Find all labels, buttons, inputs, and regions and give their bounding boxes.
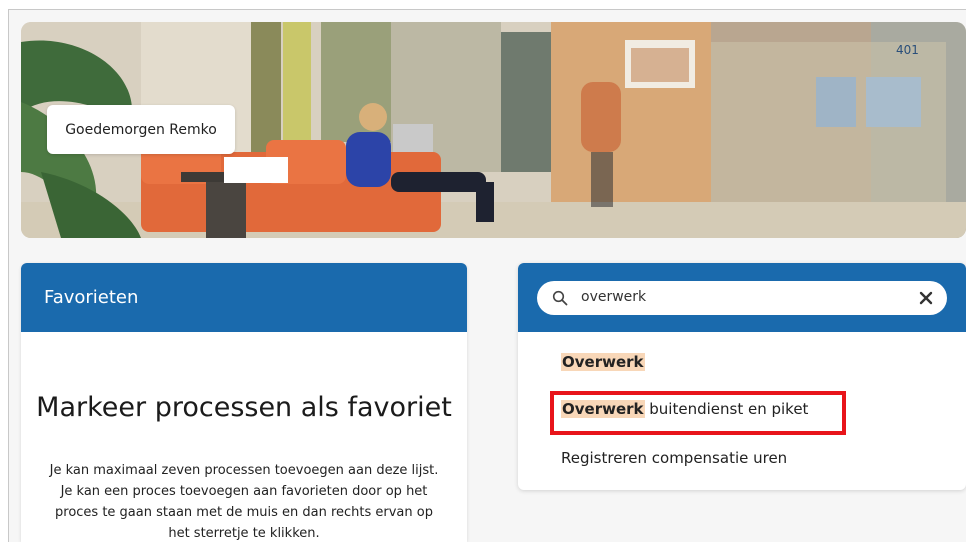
search-result-match: Overwerk [561,400,645,418]
search-card: overwerk Overwerk Overwerk buitendienst … [518,263,966,490]
clear-search-icon[interactable] [918,290,934,306]
search-result-match: Overwerk [561,353,645,371]
favorites-empty-title: Markeer processen als favoriet [36,392,452,423]
search-input[interactable]: overwerk [537,281,947,315]
search-icon [552,290,568,306]
greeting-text: Goedemorgen Remko [65,121,217,138]
search-result-rest: buitendienst en piket [644,400,809,418]
search-input-value[interactable]: overwerk [581,289,646,305]
search-result-overwerk-buitendienst[interactable]: Overwerk buitendienst en piket [561,400,808,418]
favorites-header: Favorieten [21,263,467,332]
greeting-card: Goedemorgen Remko [47,105,235,154]
search-result-registreren-compensatie[interactable]: Registreren compensatie uren [561,449,787,467]
search-result-rest: Registreren compensatie uren [561,449,788,467]
favorites-empty-description: Je kan maximaal zeven processen toevoege… [49,463,439,541]
search-header: overwerk [518,263,966,332]
favorites-card: Favorieten Markeer processen als favorie… [21,263,467,542]
hero-banner: 401 Goedemorgen Remko [21,22,966,238]
redacted-name-block [224,157,288,183]
search-result-overwerk[interactable]: Overwerk [561,353,645,371]
favorites-header-title: Favorieten [44,287,139,308]
room-number: 401 [896,43,919,57]
